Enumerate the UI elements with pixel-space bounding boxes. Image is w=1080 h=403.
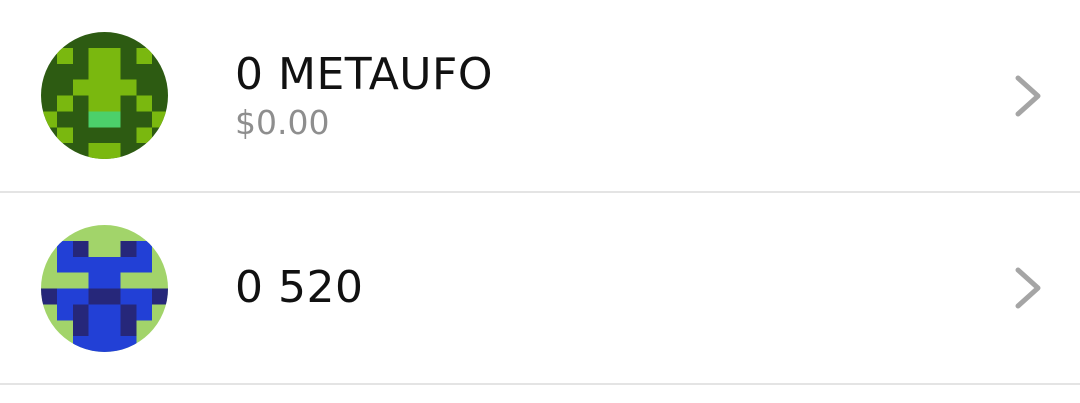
token-fiat-value: $0.00	[235, 102, 330, 142]
token-text: 0 520	[235, 262, 363, 314]
token-list: 0 METAUFO $0.00 0 520	[0, 0, 1080, 403]
pixel-identicon-green-icon	[41, 32, 168, 159]
token-row-metaufo[interactable]: 0 METAUFO $0.00	[0, 0, 1080, 193]
token-avatar-icon	[41, 32, 168, 159]
chevron-right-icon[interactable]	[1008, 264, 1048, 312]
token-avatar-icon	[41, 224, 168, 352]
chevron-right-icon[interactable]	[1008, 72, 1048, 120]
token-row-520[interactable]: 0 520	[0, 193, 1080, 385]
token-amount-label: 0 METAUFO	[235, 48, 493, 100]
token-amount-label: 0 520	[235, 262, 364, 313]
token-text: 0 METAUFO $0.00	[235, 49, 493, 143]
pixel-identicon-blue-icon	[41, 224, 168, 352]
